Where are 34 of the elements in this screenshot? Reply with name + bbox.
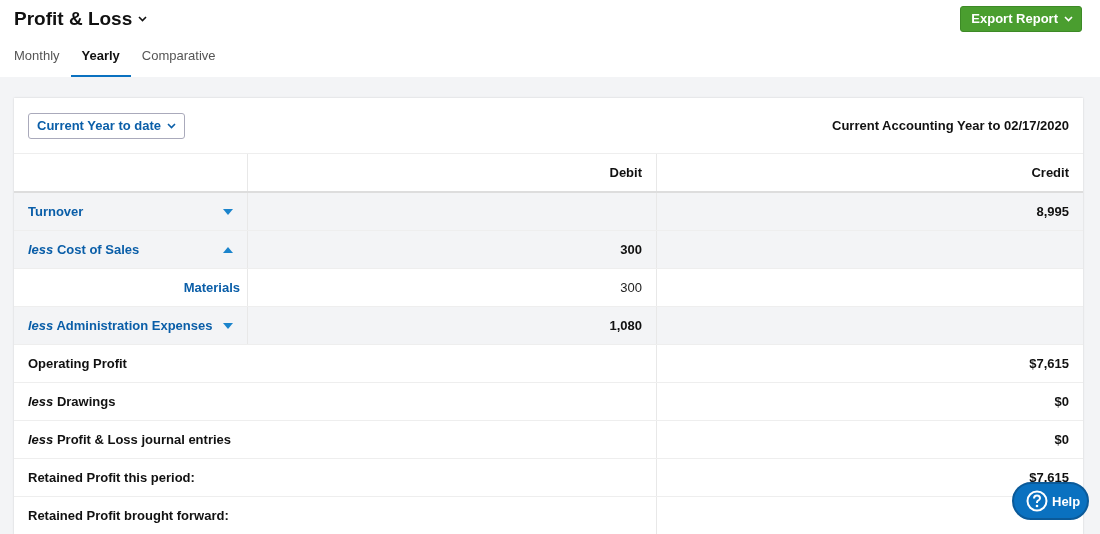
report-title[interactable]: Profit & Loss xyxy=(14,8,148,30)
caret-down-icon[interactable] xyxy=(223,322,233,329)
caret-up-icon[interactable] xyxy=(223,246,233,253)
tab[interactable]: Yearly xyxy=(70,36,131,77)
credit-amount: $7,615 xyxy=(1029,356,1069,371)
debit-amount: 300 xyxy=(620,280,642,295)
total-label: less Drawings xyxy=(28,394,116,409)
credit-amount: 8,995 xyxy=(1036,204,1069,219)
credit-amount: $0 xyxy=(1054,432,1069,447)
period-text: Current Accounting Year to 02/17/2020 xyxy=(832,118,1069,133)
total-label: Retained Profit brought forward: xyxy=(28,508,229,523)
question-icon xyxy=(1026,490,1048,512)
debit-amount: 1,080 xyxy=(609,318,642,333)
account-group-label[interactable]: less Cost of Sales xyxy=(28,242,140,257)
credit-amount: $0 xyxy=(1054,394,1069,409)
account-group-label[interactable]: Turnover xyxy=(28,204,84,219)
chevron-down-icon xyxy=(167,122,177,129)
help-button[interactable]: Help xyxy=(1012,482,1089,520)
column-header: Credit xyxy=(1031,165,1069,180)
account-group-label[interactable]: less Administration Expenses xyxy=(28,318,213,333)
column-header: Debit xyxy=(609,165,642,180)
debit-amount: 300 xyxy=(620,242,642,257)
tab[interactable]: Comparative xyxy=(130,36,227,77)
tab[interactable]: Monthly xyxy=(14,36,71,77)
total-label: Operating Profit xyxy=(28,356,127,371)
total-label: Retained Profit this period: xyxy=(28,470,195,485)
credit-amount: $7,615 xyxy=(1029,470,1069,485)
period-dropdown[interactable]: Current Year to date xyxy=(28,112,186,139)
total-label: less Profit & Loss journal entries xyxy=(28,432,231,447)
chevron-down-icon xyxy=(138,16,148,22)
chevron-down-icon xyxy=(1064,15,1073,22)
account-label[interactable]: Materials xyxy=(183,280,240,295)
caret-down-icon[interactable] xyxy=(223,208,233,215)
export-report-button[interactable]: Export Report xyxy=(960,5,1082,32)
